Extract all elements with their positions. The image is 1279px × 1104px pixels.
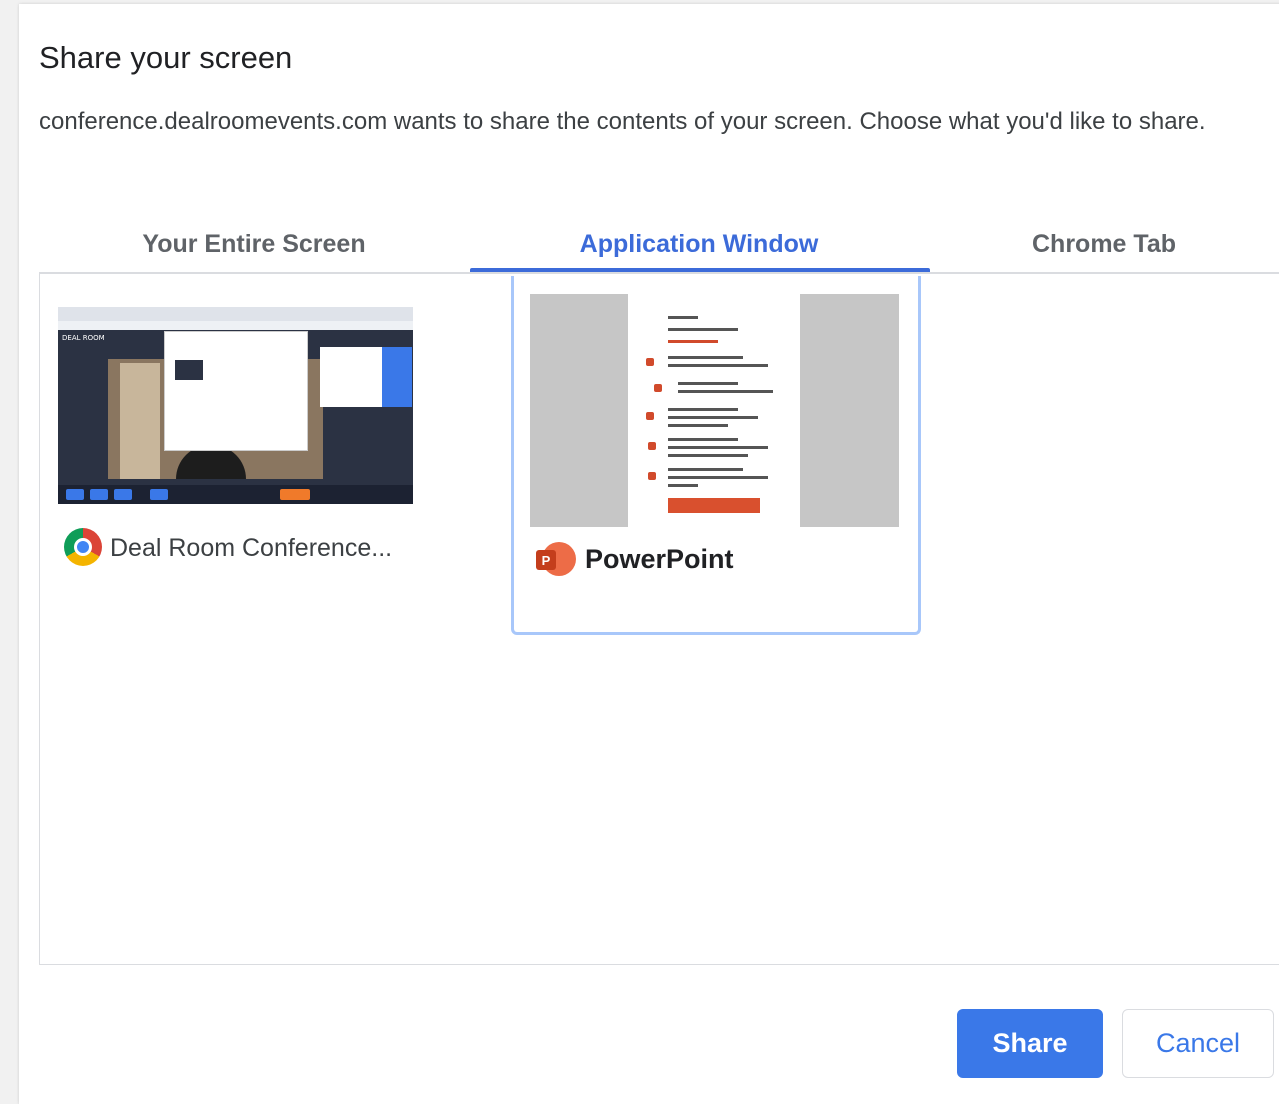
source-list-panel: DEAL ROOM Deal Room Conference... P Powe…: [39, 274, 1279, 965]
source-label: Deal Room Conference...: [110, 534, 393, 562]
share-screen-dialog: Share your screen conference.dealroomeve…: [19, 4, 1279, 1104]
source-label: PowerPoint: [585, 544, 734, 574]
tab-application-window[interactable]: Application Window: [469, 216, 929, 272]
window-thumbnail: DEAL ROOM: [58, 307, 413, 504]
powerpoint-icon: P: [536, 542, 576, 578]
tab-entire-screen[interactable]: Your Entire Screen: [39, 216, 469, 272]
source-item-deal-room[interactable]: DEAL ROOM Deal Room Conference...: [58, 296, 438, 596]
selected-tab-indicator: [470, 268, 930, 272]
source-tabs: Your Entire Screen Application Window Ch…: [39, 216, 1279, 274]
source-item-powerpoint[interactable]: P PowerPoint: [511, 276, 921, 635]
window-thumbnail: [530, 294, 899, 527]
chrome-icon: [64, 528, 102, 566]
tab-chrome-tab[interactable]: Chrome Tab: [929, 216, 1279, 272]
share-button[interactable]: Share: [957, 1009, 1103, 1078]
cancel-button[interactable]: Cancel: [1122, 1009, 1274, 1078]
dialog-description: conference.dealroomevents.com wants to s…: [39, 108, 1206, 135]
dialog-title: Share your screen: [39, 40, 293, 75]
